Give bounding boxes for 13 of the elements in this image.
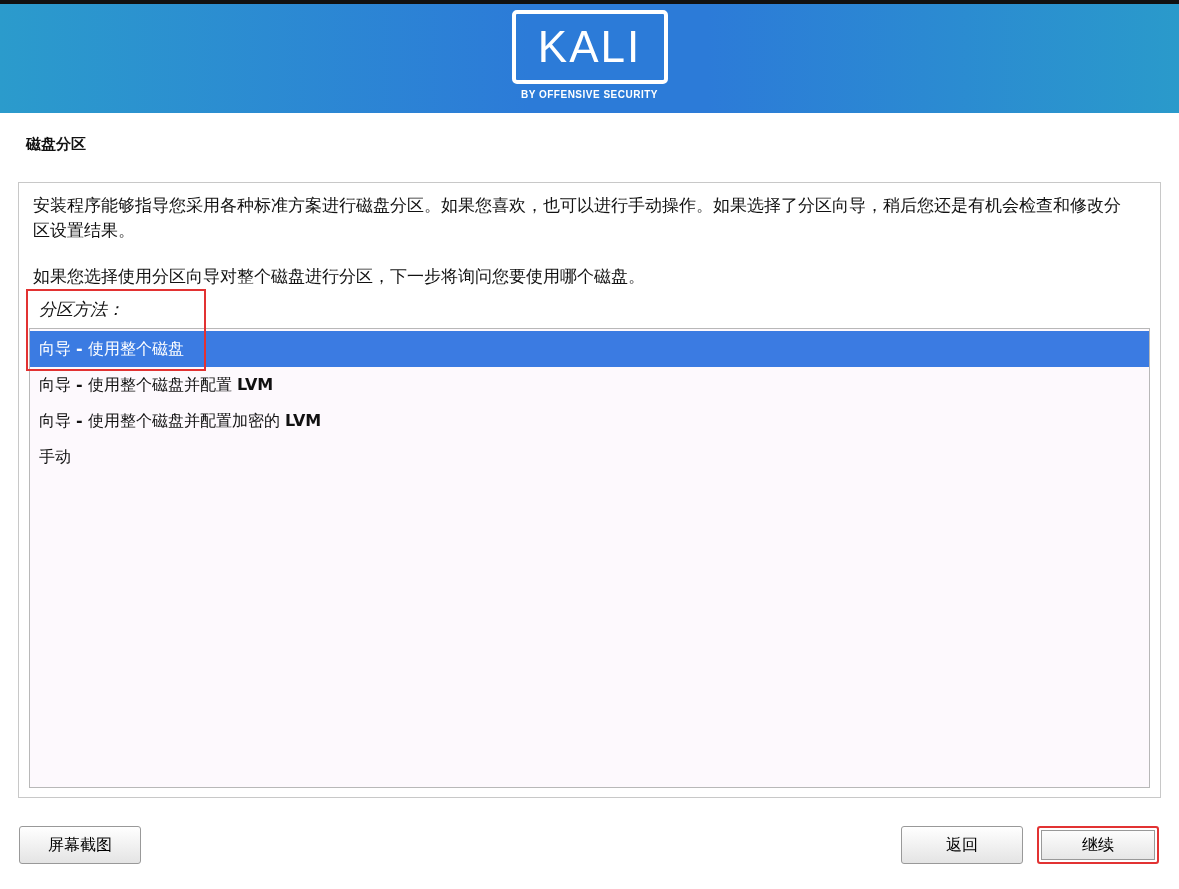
logo: KALI	[511, 10, 668, 84]
logo-tagline: BY OFFENSIVE SECURITY	[521, 89, 658, 100]
list-option[interactable]: 向导 - 使用整个磁盘	[30, 331, 1149, 367]
description-text: 安装程序能够指导您采用各种标准方案进行磁盘分区。如果您喜欢，也可以进行手动操作。如果选择了分区向导，稍后您还是有机会检查和修改分区设置结果。	[33, 194, 1122, 242]
list-option[interactable]: 向导 - 使用整个磁盘并配置加密的 LVM	[30, 403, 1149, 439]
page-title: 磁盘分区	[26, 135, 87, 155]
description-text: 如果您选择使用分区向导对整个磁盘进行分区，下一步将询问您要使用哪个磁盘。	[33, 265, 646, 288]
dialog-button[interactable]: 返回	[901, 826, 1023, 864]
list-option[interactable]: 向导 - 使用整个磁盘并配置 LVM	[30, 367, 1149, 403]
dialog-button[interactable]: 屏幕截图	[19, 826, 141, 864]
method-label: 分区方法：	[39, 299, 124, 319]
dialog-button[interactable]: 继续	[1037, 826, 1159, 864]
list-option[interactable]: 手动	[30, 439, 1149, 475]
